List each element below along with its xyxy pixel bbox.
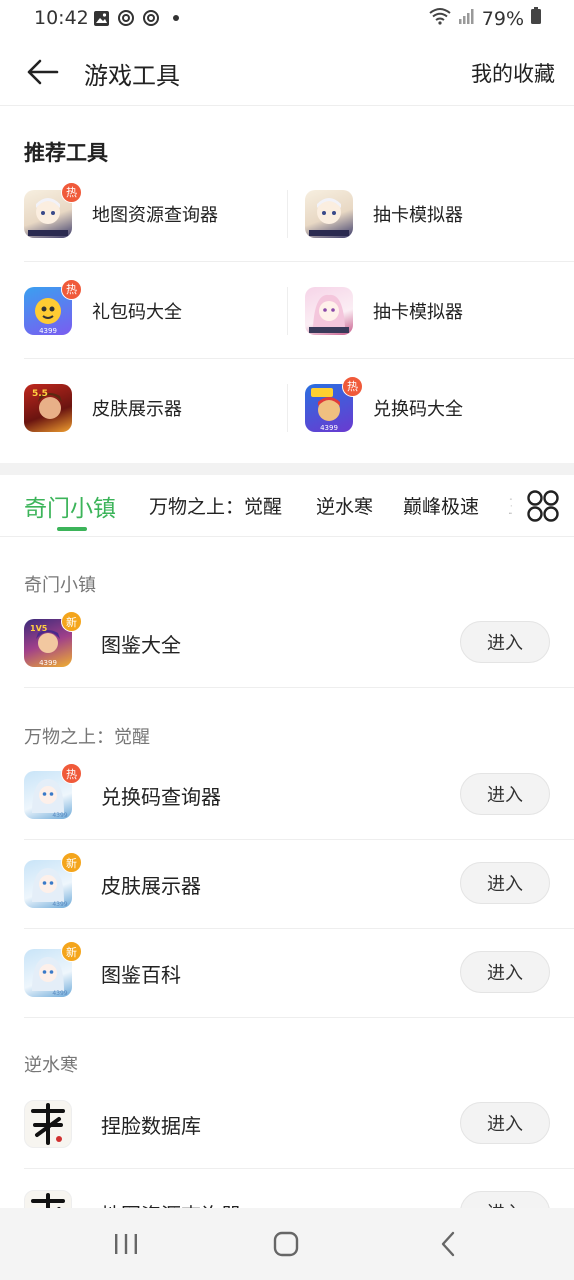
back-button[interactable] [22,52,62,92]
game-app-icon: 1V5 4399 新 [24,611,82,667]
chevron-left-icon [441,1231,455,1257]
divider [287,190,288,238]
tool-row: 4399 新 皮肤展示器 进入 [24,840,574,929]
sync-icon [117,9,135,27]
system-back-button[interactable] [428,1226,468,1262]
signal-icon [458,7,476,30]
recommend-item-label: 抽卡模拟器 [373,204,463,226]
recommend-item[interactable]: 抽卡模拟器 [305,262,567,359]
tab-peak-speed[interactable]: 巅峰极速 [403,492,479,519]
svg-text:4399: 4399 [39,659,57,667]
svg-text:4399: 4399 [320,424,338,432]
svg-text:5.5: 5.5 [32,389,48,399]
active-tab-indicator [57,527,87,531]
battery-icon [530,7,542,30]
page-title: 游戏工具 [84,62,180,90]
tool-label: 皮肤展示器 [101,873,201,898]
gallery-icon [92,9,110,27]
new-badge: 新 [61,941,82,962]
grid-menu-icon [527,490,559,522]
recommend-item-label: 地图资源查询器 [92,204,218,226]
recent-apps-icon [115,1234,137,1254]
wifi-icon [428,7,452,30]
home-icon [273,1231,299,1257]
hot-badge: 热 [342,375,363,397]
genshin-paimon-icon [305,189,353,238]
enter-button[interactable]: 进入 [460,773,550,815]
tool-row: 1V5 4399 新 图鉴大全 进入 [24,599,574,688]
game-tab-bar: 奇门小镇 万物之上：觉醒 逆水寒 巅峰极速 王 [0,475,574,537]
4399-mascot-icon: 4399 热 [24,278,82,335]
game-app-icon: 4399 新 [24,852,82,908]
recommend-item[interactable]: 4399 热 兑换码大全 [305,359,567,456]
recommend-item[interactable]: 抽卡模拟器 [305,165,567,262]
svg-text:4399: 4399 [52,990,67,997]
tab-grid-button[interactable] [512,475,574,536]
group-title: 奇门小镇 [24,575,96,596]
recommend-item-label: 礼包码大全 [92,301,182,323]
divider [287,384,288,432]
hot-badge: 热 [61,278,82,300]
tool-row: 4399 新 图鉴百科 进入 [24,929,574,1018]
back-arrow-icon [27,59,59,85]
enter-button[interactable]: 进入 [460,862,550,904]
svg-text:4399: 4399 [52,901,67,908]
dot-icon [167,9,185,27]
enter-button[interactable]: 进入 [460,621,550,663]
enter-button[interactable]: 进入 [460,1102,550,1144]
tool-label: 图鉴百科 [101,962,181,987]
tab-qimen-town[interactable]: 奇门小镇 [24,489,116,523]
game-app-icon [24,1100,72,1148]
enter-button[interactable]: 进入 [460,951,550,993]
tool-row: 捏脸数据库 进入 [24,1080,574,1169]
group-title: 逆水寒 [24,1055,78,1076]
recommend-row: 热 地图资源查询器 抽卡模拟器 [24,165,574,262]
genshin-paimon-icon: 热 [24,181,82,238]
recommend-item-label: 皮肤展示器 [92,398,182,420]
status-time: 10:42 [34,7,89,29]
recommend-item[interactable]: 热 地图资源查询器 [24,165,286,262]
my-favorites-link[interactable]: 我的收藏 [471,58,555,88]
tool-label: 图鉴大全 [101,632,181,657]
hero-warrior-icon: 5.5 [24,383,72,432]
tab-wanwu-awakening[interactable]: 万物之上：觉醒 [149,492,282,519]
svg-text:4399: 4399 [39,327,57,335]
recommend-item[interactable]: 4399 热 礼包码大全 [24,262,286,359]
svg-text:1V5: 1V5 [30,624,48,633]
tool-label: 兑换码查询器 [101,784,221,809]
recommend-row: 4399 热 礼包码大全 抽卡模拟器 [24,262,574,359]
hot-badge: 热 [61,181,82,203]
home-button[interactable] [266,1226,306,1262]
app-header: 游戏工具 我的收藏 [0,38,574,106]
new-badge: 新 [61,611,82,632]
recommend-item[interactable]: 5.5 皮肤展示器 [24,359,286,456]
anime-girl-icon [305,286,353,335]
recommend-item-label: 抽卡模拟器 [373,301,463,323]
tool-label: 捏脸数据库 [101,1113,201,1138]
recommend-title: 推荐工具 [24,141,108,165]
new-badge: 新 [61,852,82,873]
section-divider [0,463,574,475]
hot-badge: 热 [61,763,82,784]
subway-runner-icon: 4399 热 [305,375,363,432]
sync-icon [142,9,160,27]
tool-row: 4399 热 兑换码查询器 进入 [24,751,574,840]
recent-apps-button[interactable] [106,1226,146,1262]
recommend-row: 5.5 皮肤展示器 4399 热 兑换码大全 [24,359,574,456]
group-title: 万物之上：觉醒 [24,727,150,748]
recommend-item-label: 兑换码大全 [373,398,463,420]
svg-text:4399: 4399 [52,812,67,819]
game-app-icon: 4399 新 [24,941,82,997]
tab-nishuihan[interactable]: 逆水寒 [316,492,373,519]
system-nav-bar [0,1208,574,1280]
game-app-icon: 4399 热 [24,763,82,819]
status-bar: 10:42 79% [0,0,574,38]
divider [287,287,288,335]
battery-text: 79% [481,7,524,30]
